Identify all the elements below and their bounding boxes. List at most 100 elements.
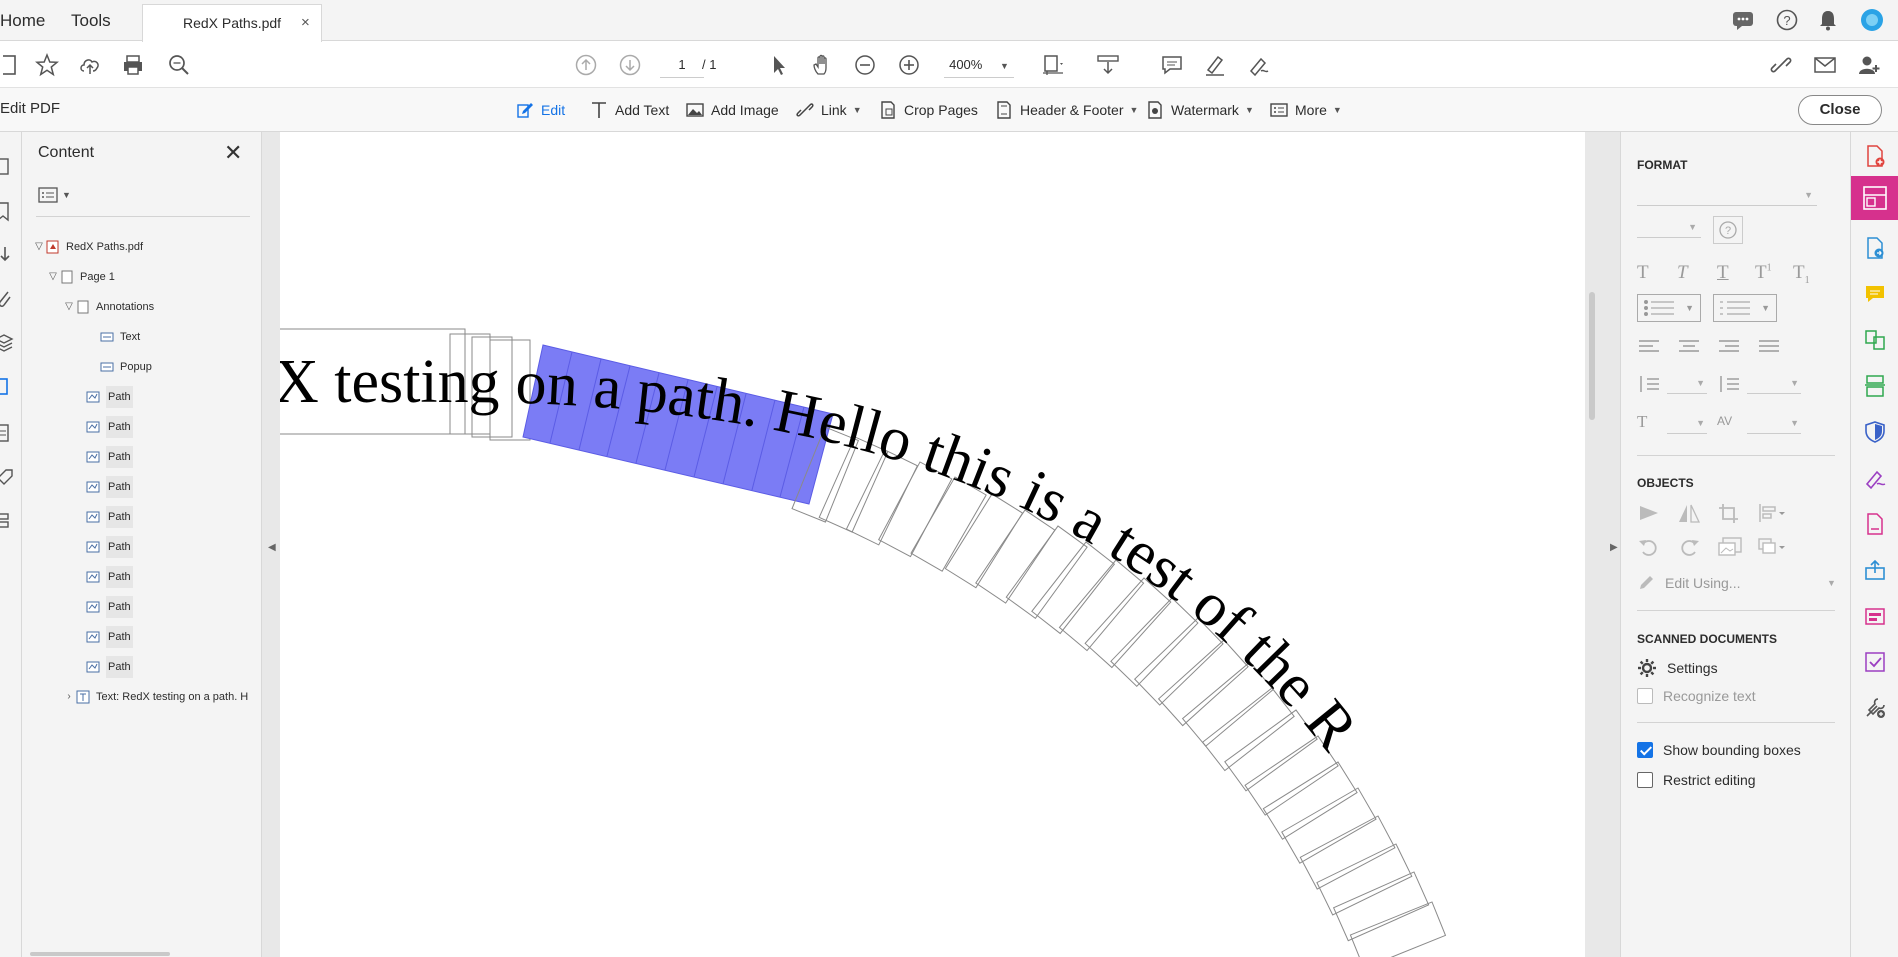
star-icon[interactable]: [32, 50, 62, 80]
vertical-scrollbar-thumb[interactable]: [1589, 292, 1595, 420]
show-bounding-boxes-option[interactable]: Show bounding boxes: [1637, 742, 1801, 758]
line-spacing-icon[interactable]: [1637, 374, 1661, 394]
tree-node-page[interactable]: ▽ Page 1: [46, 266, 115, 288]
tree-node-path[interactable]: Path: [86, 416, 133, 438]
organize-pages-icon[interactable]: [1863, 374, 1887, 398]
group-icon[interactable]: [1757, 536, 1787, 558]
header-footer-button[interactable]: Header & Footer ▼: [994, 98, 1138, 122]
edit-pdf-tool-active[interactable]: [1851, 176, 1898, 220]
tree-node-annotations[interactable]: ▽ Annotations: [62, 296, 154, 318]
chevron-down-icon[interactable]: ▽: [32, 236, 46, 258]
next-page-icon[interactable]: [615, 50, 645, 80]
redact-icon[interactable]: [1863, 604, 1887, 628]
help-icon[interactable]: ?: [1776, 9, 1798, 36]
edit-button[interactable]: Edit: [515, 98, 565, 122]
combine-files-icon[interactable]: [1863, 328, 1887, 352]
export-pdf-icon[interactable]: [1863, 236, 1887, 260]
attachment-icon[interactable]: [0, 244, 20, 266]
align-right-icon[interactable]: [1717, 338, 1741, 356]
tree-node-path[interactable]: Path: [86, 506, 133, 528]
sign-icon[interactable]: [1244, 50, 1274, 80]
pages-icon[interactable]: [0, 156, 20, 178]
tree-node-path[interactable]: Path: [86, 386, 133, 408]
close-icon[interactable]: ✕: [224, 140, 242, 166]
rotate-left-icon[interactable]: [1637, 536, 1661, 558]
paragraph-spacing-select[interactable]: ▼: [1747, 376, 1801, 394]
fill-sign-icon[interactable]: [1863, 466, 1887, 490]
align-left-icon[interactable]: [1637, 338, 1661, 356]
tree-node-annot-text[interactable]: Text: [100, 326, 140, 348]
create-pdf-icon[interactable]: [1863, 144, 1887, 168]
crop-object-icon[interactable]: [1717, 502, 1741, 524]
tree-node-path[interactable]: Path: [86, 476, 133, 498]
pdf-page[interactable]: X testing on a path. Hello this is a tes…: [280, 132, 1585, 957]
italic-icon[interactable]: T: [1677, 262, 1688, 284]
tab-home[interactable]: Home: [0, 0, 45, 41]
text-color-icon[interactable]: T: [1637, 262, 1649, 284]
highlight-pen-icon[interactable]: [1200, 50, 1230, 80]
font-help-button[interactable]: ?: [1713, 216, 1743, 244]
order-icon[interactable]: [0, 510, 20, 532]
action-wizard-icon[interactable]: [1863, 650, 1887, 674]
paperclip-icon[interactable]: [0, 288, 20, 310]
print-icon[interactable]: [118, 50, 148, 80]
replace-image-icon[interactable]: [1717, 536, 1743, 558]
superscript-icon[interactable]: T1: [1755, 262, 1772, 284]
chevron-right-icon[interactable]: ›: [62, 686, 76, 708]
tree-node-path[interactable]: Path: [86, 446, 133, 468]
panel-horizontal-scrollbar[interactable]: [30, 952, 170, 956]
protect-icon[interactable]: [1863, 420, 1887, 444]
send-for-signature-icon[interactable]: [1863, 512, 1887, 536]
character-spacing-icon[interactable]: AV: [1717, 414, 1732, 428]
edit-using-select[interactable]: Edit Using... ▼: [1637, 572, 1837, 594]
paragraph-spacing-icon[interactable]: [1717, 374, 1741, 394]
align-center-icon[interactable]: [1677, 338, 1701, 356]
horizontal-scale-icon[interactable]: T: [1637, 412, 1647, 432]
tree-node-file[interactable]: ▽ RedX Paths.pdf: [32, 236, 143, 258]
comment-icon[interactable]: [1157, 50, 1187, 80]
fit-page-icon[interactable]: [1038, 50, 1068, 80]
font-family-select[interactable]: ▼: [1637, 184, 1817, 206]
recognize-text-checkbox[interactable]: [1637, 688, 1653, 704]
tree-node-annot-popup[interactable]: Popup: [100, 356, 152, 378]
collapse-left-icon[interactable]: ◀: [268, 542, 276, 553]
bookmark-icon[interactable]: [0, 200, 20, 222]
tree-node-path[interactable]: Path: [86, 596, 133, 618]
zoom-level-select[interactable]: 400% ▼: [944, 52, 1014, 78]
arrange-icon[interactable]: [1757, 502, 1787, 524]
zoom-out-icon[interactable]: [850, 50, 880, 80]
rotate-right-icon[interactable]: [1677, 536, 1701, 558]
subscript-icon[interactable]: T1: [1793, 262, 1810, 286]
flip-vertical-icon[interactable]: [1637, 502, 1661, 524]
email-icon[interactable]: [1810, 50, 1840, 80]
chevron-down-icon[interactable]: ▽: [62, 296, 76, 318]
select-cursor-icon[interactable]: [764, 50, 794, 80]
save-icon[interactable]: [0, 50, 30, 80]
scroll-mode-icon[interactable]: [1093, 50, 1123, 80]
content-panel-icon[interactable]: [0, 376, 20, 398]
share-icon[interactable]: [1863, 558, 1887, 582]
add-image-button[interactable]: Add Image: [685, 98, 779, 122]
upload-cloud-icon[interactable]: [75, 50, 105, 80]
more-button[interactable]: More ▼: [1269, 98, 1342, 122]
chevron-down-icon[interactable]: ▽: [46, 266, 60, 288]
prev-page-icon[interactable]: [571, 50, 601, 80]
avatar[interactable]: [1860, 8, 1884, 37]
tree-node-text[interactable]: › Text: RedX testing on a path. H: [62, 686, 248, 708]
layers-icon[interactable]: [0, 332, 20, 354]
tab-close-icon[interactable]: ×: [301, 14, 310, 31]
collapse-right-icon[interactable]: ▶: [1610, 542, 1618, 553]
more-tools-icon[interactable]: [1863, 696, 1887, 720]
tree-node-path[interactable]: Path: [86, 656, 133, 678]
crop-pages-button[interactable]: Crop Pages: [878, 98, 978, 122]
font-size-select[interactable]: ▼: [1637, 216, 1701, 238]
show-bounding-boxes-checkbox[interactable]: [1637, 742, 1653, 758]
add-text-button[interactable]: Add Text: [589, 98, 669, 122]
line-spacing-select[interactable]: ▼: [1667, 376, 1707, 394]
share-link-icon[interactable]: [1766, 50, 1796, 80]
justify-icon[interactable]: [1757, 338, 1781, 356]
flip-horizontal-icon[interactable]: [1677, 502, 1701, 524]
restrict-editing-checkbox[interactable]: [1637, 772, 1653, 788]
horizontal-scale-select[interactable]: ▼: [1667, 416, 1707, 434]
close-button[interactable]: Close: [1798, 95, 1882, 125]
